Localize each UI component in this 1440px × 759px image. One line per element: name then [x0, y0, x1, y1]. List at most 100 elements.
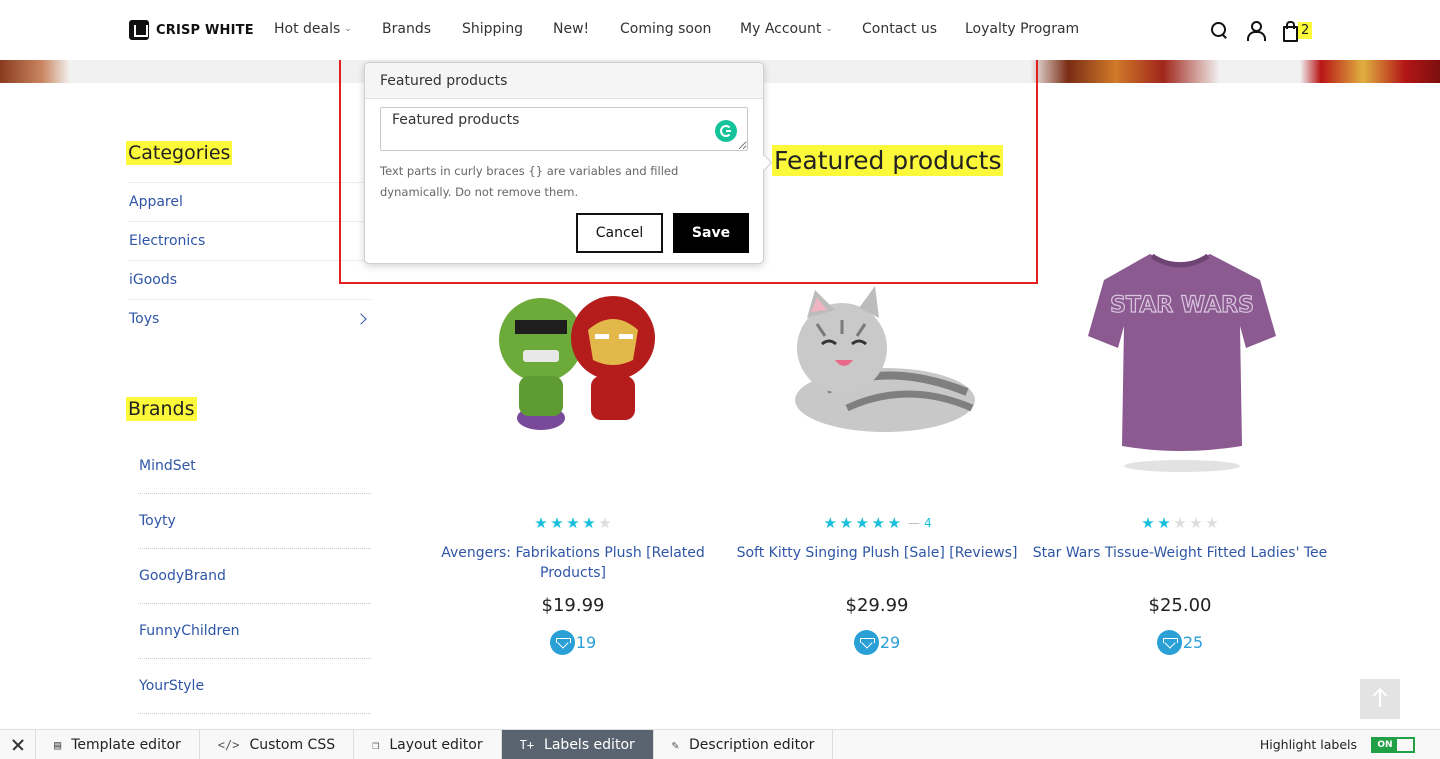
product-price: $29.99 [845, 595, 909, 616]
highlight-labels-control: Highlight labels ON [1260, 730, 1440, 759]
menu-item-loyalty-program[interactable]: Loyalty Program [965, 21, 1079, 37]
star-empty-icon: ★ [1173, 514, 1187, 532]
main-menu: Hot deals ⌄ Brands Shipping New! Coming s… [274, 21, 1079, 37]
star-rating: ★ ★ ★ ★ ★ [1030, 514, 1330, 532]
layout-icon: ❐ [372, 738, 380, 752]
star-empty-icon: ★ [1205, 514, 1219, 532]
brand-item-yourstyle[interactable]: YourStyle [138, 659, 371, 714]
chevron-down-icon: ⌄ [825, 24, 833, 34]
user-icon[interactable] [1245, 20, 1266, 41]
category-item-electronics[interactable]: Electronics [128, 221, 371, 260]
popover-title: Featured products [365, 63, 763, 99]
menu-item-shipping[interactable]: Shipping [462, 21, 553, 37]
review-separator: — [908, 516, 921, 530]
tab-description-editor[interactable]: ✎ Description editor [654, 730, 834, 759]
edit-icon: ✎ [671, 738, 679, 752]
star-icon: ★ [550, 514, 564, 532]
cancel-button[interactable]: Cancel [576, 213, 663, 253]
tab-labels-editor[interactable]: T+ Labels editor [501, 730, 654, 759]
menu-item-coming-soon[interactable]: Coming soon [620, 21, 740, 37]
tab-layout-editor[interactable]: ❐ Layout editor [354, 730, 502, 759]
banner-image-right [1300, 60, 1440, 83]
product-price: $19.99 [541, 595, 605, 616]
product-image-star-wars-tee[interactable]: STAR WARS [1070, 240, 1290, 480]
cart-count-badge[interactable]: 2 [1298, 21, 1313, 39]
product-image-avengers-plush[interactable] [463, 280, 683, 450]
star-icon: ★ [1157, 514, 1171, 532]
featured-products-heading[interactable]: Featured products [772, 145, 1004, 176]
tab-custom-css[interactable]: </> Custom CSS [200, 730, 355, 759]
close-icon[interactable] [0, 730, 36, 759]
highlight-labels-label: Highlight labels [1259, 737, 1357, 752]
brand-item-toyty[interactable]: Toyty [138, 494, 371, 549]
product-info: ★ ★ ★ ★ ★ Star Wars Tissue-Weight Fitted Lad… [1030, 514, 1330, 664]
star-empty-icon: ★ [1189, 514, 1203, 532]
tab-template-editor[interactable]: ▤ Template editor [36, 730, 200, 759]
template-icon: ▤ [54, 738, 62, 752]
product-info: ★ ★ ★ ★ ★ Avengers: Fabrikations Plush [Rela… [423, 514, 723, 664]
loyalty-points: 25 [1030, 630, 1330, 655]
brands-heading[interactable]: Brands [126, 397, 197, 421]
label-editor-popover: Featured products Featured products Text… [364, 62, 764, 264]
store-logo[interactable]: CRISP WHITE [129, 20, 254, 40]
save-button[interactable]: Save [673, 213, 749, 253]
editor-toolbar: ▤ Template editor </> Custom CSS ❐ Layout e… [0, 729, 1440, 759]
menu-item-brands[interactable]: Brands [382, 21, 462, 37]
banner-image-left [0, 60, 70, 83]
menu-item-contact-us[interactable]: Contact us [862, 21, 965, 37]
star-rating: ★ ★ ★ ★ ★ — 4 [727, 514, 1027, 532]
star-icon: ★ [582, 514, 596, 532]
star-rating: ★ ★ ★ ★ ★ [423, 514, 723, 532]
loyalty-points: 19 [423, 630, 723, 655]
product-info: ★ ★ ★ ★ ★ — 4 Soft Kitty Singing Plush [Sale… [727, 514, 1027, 664]
brand-list: MindSet Toyty GoodyBrand FunnyChildren Y… [138, 439, 371, 714]
product-name[interactable]: Soft Kitty Singing Plush [Sale] [Reviews… [727, 543, 1027, 563]
code-icon: </> [217, 738, 240, 752]
chevron-down-icon: ⌄ [344, 24, 352, 34]
logo-icon [129, 20, 149, 40]
diamond-icon [1156, 630, 1182, 655]
diamond-icon [853, 630, 879, 655]
search-icon[interactable] [1209, 20, 1229, 40]
menu-item-new[interactable]: New! [553, 21, 620, 37]
text-icon: T+ [519, 738, 535, 752]
brand-item-goodybrand[interactable]: GoodyBrand [138, 549, 371, 604]
categories-heading[interactable]: Categories [126, 141, 233, 165]
highlight-labels-toggle[interactable]: ON [1371, 736, 1415, 753]
label-text-input[interactable]: Featured products [380, 107, 748, 151]
star-icon: ★ [871, 514, 885, 532]
star-icon: ★ [534, 514, 548, 532]
star-icon: ★ [839, 514, 853, 532]
chevron-right-icon[interactable] [355, 313, 367, 325]
star-icon: ★ [823, 514, 837, 532]
product-price: $25.00 [1148, 595, 1212, 616]
star-icon: ★ [1141, 514, 1155, 532]
category-item-toys[interactable]: Toys [128, 299, 371, 338]
menu-item-hot-deals[interactable]: Hot deals ⌄ [274, 21, 382, 37]
diamond-icon [549, 630, 575, 655]
product-name[interactable]: Avengers: Fabrikations Plush [Related Pr… [423, 543, 723, 583]
store-name: CRISP WHITE [156, 22, 254, 38]
star-icon: ★ [566, 514, 580, 532]
category-item-igoods[interactable]: iGoods [128, 260, 371, 299]
banner-image-middle [1030, 60, 1220, 83]
grammarly-icon[interactable] [715, 120, 737, 142]
star-icon: ★ [887, 514, 901, 532]
header-icons: 2 [1209, 20, 1313, 42]
tshirt-print-text: STAR WARS [1110, 293, 1254, 318]
scroll-to-top-button[interactable] [1360, 679, 1400, 719]
arrow-up-icon [1379, 691, 1381, 707]
menu-item-my-account[interactable]: My Account ⌄ [740, 21, 862, 37]
loyalty-points: 29 [727, 630, 1027, 655]
shopping-bag-icon[interactable] [1280, 20, 1300, 42]
popover-hint: Text parts in curly braces {} are variab… [380, 164, 679, 199]
category-item-apparel[interactable]: Apparel [128, 182, 371, 221]
brand-item-mindset[interactable]: MindSet [138, 439, 371, 494]
star-empty-icon: ★ [598, 514, 612, 532]
category-list: Apparel Electronics iGoods Toys [128, 182, 371, 338]
product-image-soft-kitty[interactable] [767, 280, 987, 450]
product-name[interactable]: Star Wars Tissue-Weight Fitted Ladies' T… [1030, 543, 1330, 563]
brand-item-funnychildren[interactable]: FunnyChildren [138, 604, 371, 659]
review-count[interactable]: 4 [924, 516, 932, 530]
top-navigation: CRISP WHITE Hot deals ⌄ Brands Shipping N… [0, 0, 1440, 60]
